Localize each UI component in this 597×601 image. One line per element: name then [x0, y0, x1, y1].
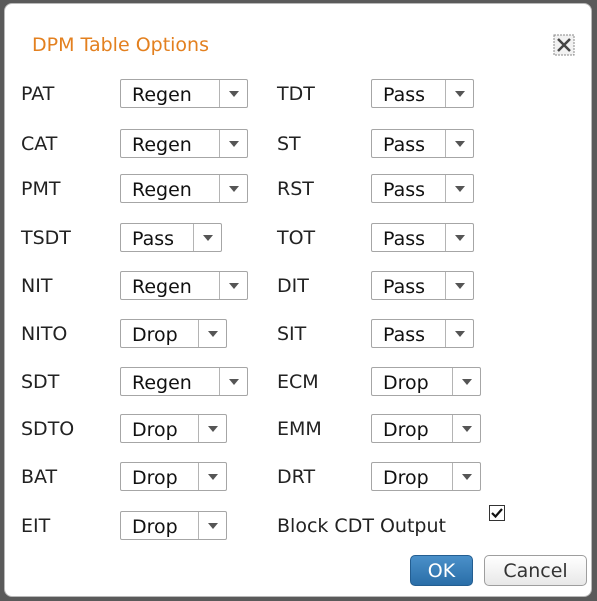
- drt-select[interactable]: Drop: [371, 462, 481, 491]
- eit-label: EIT: [21, 515, 51, 537]
- chevron-down-icon: [445, 224, 473, 251]
- sit-label: SIT: [277, 323, 307, 345]
- bat-select[interactable]: Drop: [120, 462, 227, 491]
- chevron-down-icon: [219, 175, 247, 202]
- chevron-down-icon: [198, 463, 226, 490]
- dialog-title: DPM Table Options: [32, 34, 210, 56]
- block-cdt-output-checkbox[interactable]: [489, 505, 505, 521]
- drt-label: DRT: [277, 466, 316, 488]
- tdt-select-value: Pass: [383, 84, 426, 106]
- tsdt-select[interactable]: Pass: [120, 223, 222, 252]
- cancel-button[interactable]: Cancel: [484, 555, 587, 586]
- chevron-down-icon: [445, 80, 473, 107]
- sdto-select[interactable]: Drop: [120, 414, 227, 443]
- cat-select-value: Regen: [132, 134, 192, 156]
- emm-select-value: Drop: [383, 419, 429, 441]
- nito-select[interactable]: Drop: [120, 319, 227, 348]
- chevron-down-icon: [445, 272, 473, 299]
- sdt-select-value: Regen: [132, 372, 192, 394]
- sdt-select[interactable]: Regen: [120, 367, 248, 396]
- pmt-select[interactable]: Regen: [120, 174, 248, 203]
- pat-select-value: Regen: [132, 84, 192, 106]
- emm-select[interactable]: Drop: [371, 414, 481, 443]
- dit-label: DIT: [277, 275, 309, 297]
- eit-select-value: Drop: [132, 516, 178, 538]
- sdt-label: SDT: [21, 371, 60, 393]
- sit-select-value: Pass: [383, 324, 426, 346]
- cat-select[interactable]: Regen: [120, 129, 248, 158]
- emm-label: EMM: [277, 418, 322, 440]
- pmt-select-value: Regen: [132, 179, 192, 201]
- eit-select[interactable]: Drop: [120, 511, 227, 540]
- tot-label: TOT: [277, 227, 316, 249]
- tot-select-value: Pass: [383, 228, 426, 250]
- pmt-label: PMT: [21, 178, 61, 200]
- ok-button[interactable]: OK: [410, 555, 473, 586]
- nito-select-value: Drop: [132, 324, 178, 346]
- sit-select[interactable]: Pass: [371, 319, 474, 348]
- ecm-select-value: Drop: [383, 372, 429, 394]
- chevron-down-icon: [445, 175, 473, 202]
- pat-select[interactable]: Regen: [120, 79, 248, 108]
- dpm-table-options-dialog: DPM Table Options PAT Regen CAT Regen PM…: [4, 3, 592, 597]
- chevron-down-icon: [452, 368, 480, 395]
- tdt-label: TDT: [277, 83, 315, 105]
- chevron-down-icon: [219, 368, 247, 395]
- drt-select-value: Drop: [383, 467, 429, 489]
- dit-select[interactable]: Pass: [371, 271, 474, 300]
- bat-label: BAT: [21, 466, 58, 488]
- rst-select-value: Pass: [383, 179, 426, 201]
- nit-label: NIT: [21, 275, 53, 297]
- close-icon[interactable]: [553, 34, 575, 56]
- st-label: ST: [277, 133, 301, 155]
- nito-label: NITO: [21, 323, 68, 345]
- st-select[interactable]: Pass: [371, 129, 474, 158]
- chevron-down-icon: [219, 130, 247, 157]
- rst-select[interactable]: Pass: [371, 174, 474, 203]
- chevron-down-icon: [198, 320, 226, 347]
- chevron-down-icon: [452, 415, 480, 442]
- chevron-down-icon: [445, 130, 473, 157]
- tsdt-select-value: Pass: [132, 228, 175, 250]
- sdto-select-value: Drop: [132, 419, 178, 441]
- ecm-select[interactable]: Drop: [371, 367, 481, 396]
- chevron-down-icon: [198, 512, 226, 539]
- ecm-label: ECM: [277, 371, 319, 393]
- nit-select[interactable]: Regen: [120, 271, 248, 300]
- rst-label: RST: [277, 178, 314, 200]
- chevron-down-icon: [452, 463, 480, 490]
- chevron-down-icon: [219, 272, 247, 299]
- tot-select[interactable]: Pass: [371, 223, 474, 252]
- chevron-down-icon: [445, 320, 473, 347]
- st-select-value: Pass: [383, 134, 426, 156]
- sdto-label: SDTO: [21, 418, 75, 440]
- chevron-down-icon: [198, 415, 226, 442]
- tdt-select[interactable]: Pass: [371, 79, 474, 108]
- nit-select-value: Regen: [132, 276, 192, 298]
- cat-label: CAT: [21, 133, 58, 155]
- pat-label: PAT: [21, 83, 55, 105]
- bat-select-value: Drop: [132, 467, 178, 489]
- chevron-down-icon: [219, 80, 247, 107]
- chevron-down-icon: [193, 224, 221, 251]
- block-cdt-output-label: Block CDT Output: [277, 515, 446, 537]
- tsdt-label: TSDT: [21, 227, 71, 249]
- dit-select-value: Pass: [383, 276, 426, 298]
